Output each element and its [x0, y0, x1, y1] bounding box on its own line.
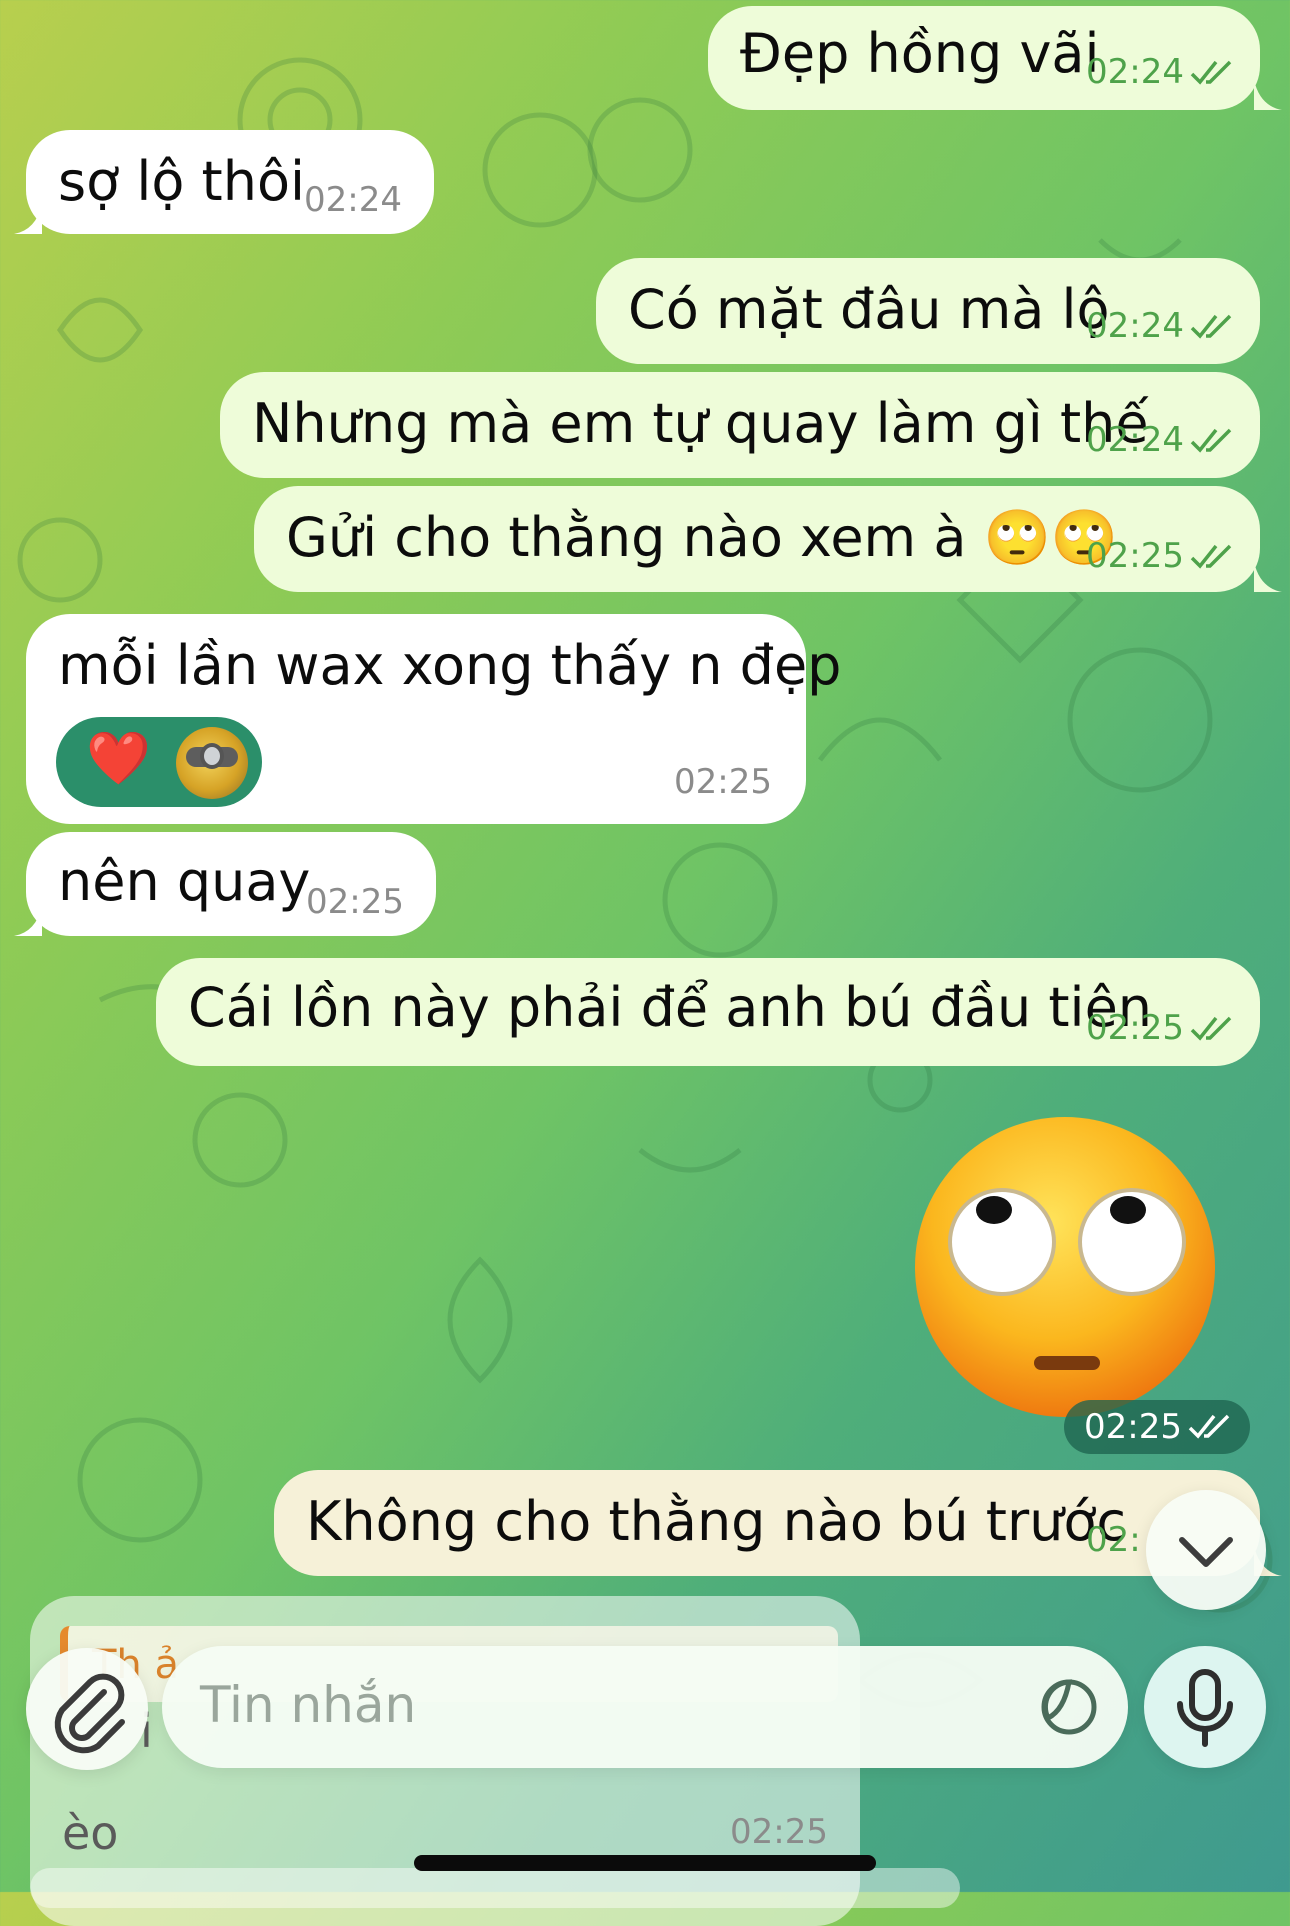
double-check-icon: [1190, 1016, 1232, 1042]
message-text: Đẹp hồng vãi: [740, 22, 1100, 85]
message-composer: Tin nhắn: [0, 1640, 1290, 1780]
message-time: 02:25: [306, 882, 404, 922]
message-outgoing[interactable]: Cái lồn này phải để anh bú đầu tiên 02:2…: [156, 958, 1260, 1066]
double-check-icon: [1190, 544, 1232, 570]
message-text: Gửi cho thằng nào xem à 🙄🙄: [286, 506, 1119, 569]
message-outgoing[interactable]: Gửi cho thằng nào xem à 🙄🙄 02:25: [254, 486, 1260, 592]
message-time: 02:24: [1086, 420, 1184, 460]
microphone-button[interactable]: [1144, 1646, 1266, 1768]
sticker-icon[interactable]: [1038, 1676, 1100, 1742]
bubble-tail: [1254, 562, 1282, 592]
message-incoming[interactable]: mỗi lần wax xong thấy n đẹp ❤️ 02:25: [26, 614, 841, 824]
message-time: 02:25: [1084, 1407, 1182, 1447]
attach-button[interactable]: [26, 1648, 148, 1770]
message-time: 02:25: [1086, 536, 1184, 576]
microphone-icon: [1177, 1669, 1233, 1747]
message-time: 02:25: [1086, 1008, 1184, 1048]
message-text: Không cho thằng nào bú trước: [306, 1490, 1127, 1553]
message-text: mỗi lần wax xong thấy n đẹp: [58, 634, 842, 697]
message-time: 02:24: [1086, 306, 1184, 346]
avatar: [176, 727, 248, 799]
message-text: Có mặt đâu mà lộ: [628, 278, 1110, 341]
message-time: 02:25: [730, 1812, 828, 1852]
home-indicator[interactable]: [414, 1855, 876, 1871]
message-outgoing[interactable]: Nhưng mà em tự quay làm gì thế 02:24: [220, 372, 1260, 478]
message-text: èo: [62, 1806, 119, 1860]
message-text: nên quay: [58, 850, 311, 913]
bubble-tail: [1254, 80, 1282, 110]
message-input[interactable]: Tin nhắn: [162, 1646, 1128, 1768]
paperclip-icon: [54, 1673, 125, 1754]
message-outgoing[interactable]: Đẹp hồng vãi 02:24: [708, 6, 1260, 110]
message-incoming[interactable]: sợ lộ thôi 02:24: [26, 130, 434, 234]
message-time: 02:: [1086, 1520, 1141, 1560]
chat-history[interactable]: Đẹp hồng vãi 02:24 sợ lộ thôi 02:24 Có m…: [0, 0, 1290, 1926]
message-time: 02:25: [674, 762, 772, 802]
face-with-rolling-eyes-emoji[interactable]: [910, 1112, 1220, 1422]
heart-reaction: ❤️: [86, 729, 151, 789]
message-text: sợ lộ thôi: [58, 150, 305, 213]
message-outgoing[interactable]: Không cho thằng nào bú trước 02:: [274, 1470, 1260, 1576]
double-check-icon: [1190, 60, 1232, 86]
message-incoming: [30, 1868, 960, 1908]
chevron-down-icon: [1179, 1537, 1233, 1567]
scroll-down-button[interactable]: [1146, 1490, 1266, 1610]
reactions-pill[interactable]: ❤️: [56, 717, 262, 807]
bubble-tail: [14, 204, 42, 234]
message-incoming[interactable]: nên quay 02:25: [26, 832, 436, 936]
double-check-icon: [1188, 1414, 1230, 1440]
message-text: Nhưng mà em tự quay làm gì thế: [252, 392, 1149, 455]
message-time: 02:24: [1086, 52, 1184, 92]
double-check-icon: [1190, 314, 1232, 340]
message-outgoing[interactable]: Có mặt đâu mà lộ 02:24: [596, 258, 1260, 364]
message-text: Cái lồn này phải để anh bú đầu tiên: [188, 976, 1153, 1039]
message-input-placeholder: Tin nhắn: [200, 1676, 417, 1734]
message-time: 02:24: [304, 180, 402, 220]
bubble-tail: [14, 906, 42, 936]
double-check-icon: [1190, 428, 1232, 454]
sticker-time: 02:25: [1064, 1400, 1250, 1454]
